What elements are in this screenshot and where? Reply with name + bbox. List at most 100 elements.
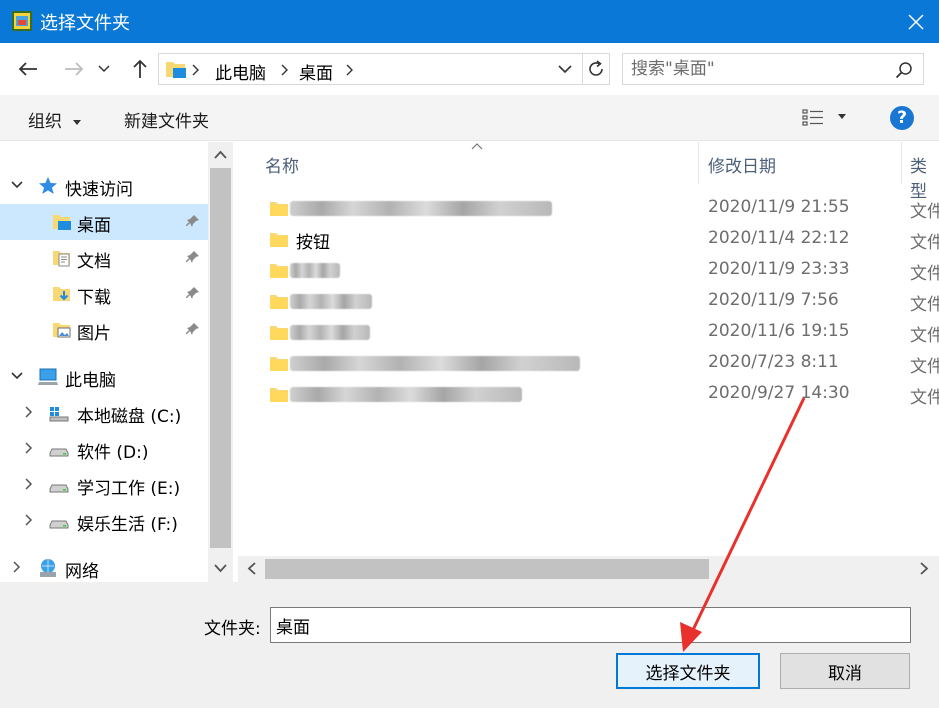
redacted-name (290, 294, 372, 309)
view-details-icon[interactable] (802, 108, 824, 128)
nav-label: 娱乐生活 (F:) (77, 515, 178, 535)
windows-drive-icon (49, 407, 69, 422)
chevron-right-icon[interactable] (22, 405, 36, 419)
nav-label: 文档 (77, 252, 111, 272)
file-row[interactable]: 2020/9/27 14:30 文件 (238, 379, 939, 410)
sort-ascending-icon (471, 143, 483, 150)
caret-down-icon[interactable] (838, 114, 846, 119)
address-bar[interactable]: 此电脑 桌面 (158, 53, 610, 85)
nav-item-desktop[interactable]: 桌面 (0, 204, 208, 240)
nav-scroll-thumb[interactable] (210, 168, 231, 548)
nav-item-pictures[interactable]: 图片 (0, 312, 208, 348)
address-row: 此电脑 桌面 (0, 43, 939, 95)
chevron-down-icon[interactable] (558, 65, 572, 74)
file-row[interactable]: 2020/7/23 8:11 文件 (238, 348, 939, 379)
file-type: 文件 (910, 264, 939, 284)
nav-item-network[interactable]: 网络 (0, 550, 208, 582)
scroll-right-icon[interactable] (920, 562, 929, 575)
chevron-expanded-icon[interactable] (10, 178, 24, 192)
recent-locations-button[interactable] (94, 55, 114, 83)
nav-item-drive-f[interactable]: 娱乐生活 (F:) (0, 503, 208, 539)
folder-icon (270, 295, 288, 309)
folder-documents-icon (53, 251, 70, 267)
folder-downloads-icon (53, 287, 70, 301)
nav-item-quick-access[interactable]: 快速访问 (0, 168, 208, 204)
file-row[interactable]: 2020/11/9 23:33 文件 (238, 255, 939, 286)
pin-icon[interactable] (186, 214, 200, 228)
select-folder-button[interactable]: 选择文件夹 (616, 653, 760, 689)
redacted-name (290, 387, 522, 402)
breadcrumb-this-pc[interactable]: 此电脑 (215, 59, 266, 84)
folder-icon (270, 202, 288, 216)
close-button[interactable] (893, 0, 939, 43)
column-header-modified[interactable]: 修改日期 (708, 152, 776, 177)
nav-item-drive-c[interactable]: 本地磁盘 (C:) (0, 395, 208, 431)
chevron-right-icon[interactable] (10, 560, 24, 574)
horizontal-scroll-thumb[interactable] (265, 559, 709, 579)
breadcrumb-desktop[interactable]: 桌面 (299, 59, 333, 84)
organize-button[interactable]: 组织 (28, 107, 82, 132)
cancel-button[interactable]: 取消 (780, 653, 910, 689)
search-input[interactable] (631, 58, 886, 80)
nav-label: 网络 (65, 562, 99, 582)
close-icon (908, 13, 924, 30)
file-row[interactable]: 2020/11/9 7:56 文件 (238, 286, 939, 317)
scroll-left-icon[interactable] (247, 562, 256, 575)
file-type: 文件 (910, 202, 939, 222)
column-separator[interactable] (698, 142, 699, 184)
file-row[interactable]: 按钮 2020/11/4 22:12 文件 (238, 224, 939, 255)
scroll-up-icon[interactable] (214, 150, 227, 159)
folder-desktop-icon (53, 215, 71, 230)
column-header-name[interactable]: 名称 (265, 152, 299, 177)
file-date: 2020/11/9 23:33 (708, 259, 850, 279)
search-icon (895, 62, 912, 79)
app-icon (12, 11, 32, 31)
pin-icon[interactable] (186, 322, 200, 336)
chevron-right-icon[interactable] (22, 513, 36, 527)
new-folder-button[interactable]: 新建文件夹 (124, 107, 209, 132)
up-button[interactable] (126, 55, 154, 83)
file-name: 按钮 (296, 233, 330, 253)
pin-icon[interactable] (186, 250, 200, 264)
redacted-name (290, 201, 552, 216)
dialog-footer: 文件夹: 选择文件夹 取消 (0, 582, 939, 708)
nav-scrollbar[interactable] (208, 142, 233, 582)
file-row[interactable]: 2020/11/6 19:15 文件 (238, 317, 939, 348)
file-row[interactable]: 2020/11/9 21:55 文件 (238, 193, 939, 224)
folder-name-input[interactable] (270, 607, 911, 643)
star-icon (39, 177, 57, 194)
pin-icon[interactable] (186, 286, 200, 300)
chevron-right-icon[interactable] (22, 477, 36, 491)
nav-label: 软件 (D:) (77, 443, 149, 463)
chevron-down-icon (98, 65, 110, 73)
chevron-expanded-icon[interactable] (10, 369, 24, 383)
file-type: 文件 (910, 295, 939, 315)
search-box[interactable] (622, 53, 924, 85)
nav-item-drive-e[interactable]: 学习工作 (E:) (0, 467, 208, 503)
organize-label: 组织 (28, 112, 62, 132)
help-button[interactable]: ? (890, 106, 914, 130)
chevron-right-icon[interactable] (281, 64, 289, 76)
file-type: 文件 (910, 233, 939, 253)
nav-item-downloads[interactable]: 下载 (0, 276, 208, 312)
nav-label: 快速访问 (65, 180, 133, 200)
forward-button[interactable] (60, 55, 88, 83)
column-separator[interactable] (901, 142, 902, 184)
nav-item-documents[interactable]: 文档 (0, 240, 208, 276)
refresh-icon[interactable] (587, 60, 605, 78)
nav-item-this-pc[interactable]: 此电脑 (0, 359, 208, 395)
horizontal-scrollbar[interactable] (238, 556, 939, 582)
caret-down-icon (73, 119, 82, 125)
folder-icon (270, 264, 288, 278)
file-date: 2020/7/23 8:11 (708, 352, 839, 372)
address-divider (582, 54, 583, 84)
drive-icon (49, 448, 69, 457)
navigation-pane: 快速访问 桌面 文档 下载 图片 此电脑 本地磁盘 (C:) 软件 (D:) 学… (0, 142, 233, 582)
chevron-right-icon[interactable] (22, 441, 36, 455)
chevron-right-icon[interactable] (346, 64, 354, 76)
computer-icon (38, 368, 58, 385)
folder-desktop-icon (166, 62, 186, 78)
nav-item-drive-d[interactable]: 软件 (D:) (0, 431, 208, 467)
back-button[interactable] (14, 55, 42, 83)
scroll-down-icon[interactable] (214, 564, 227, 573)
